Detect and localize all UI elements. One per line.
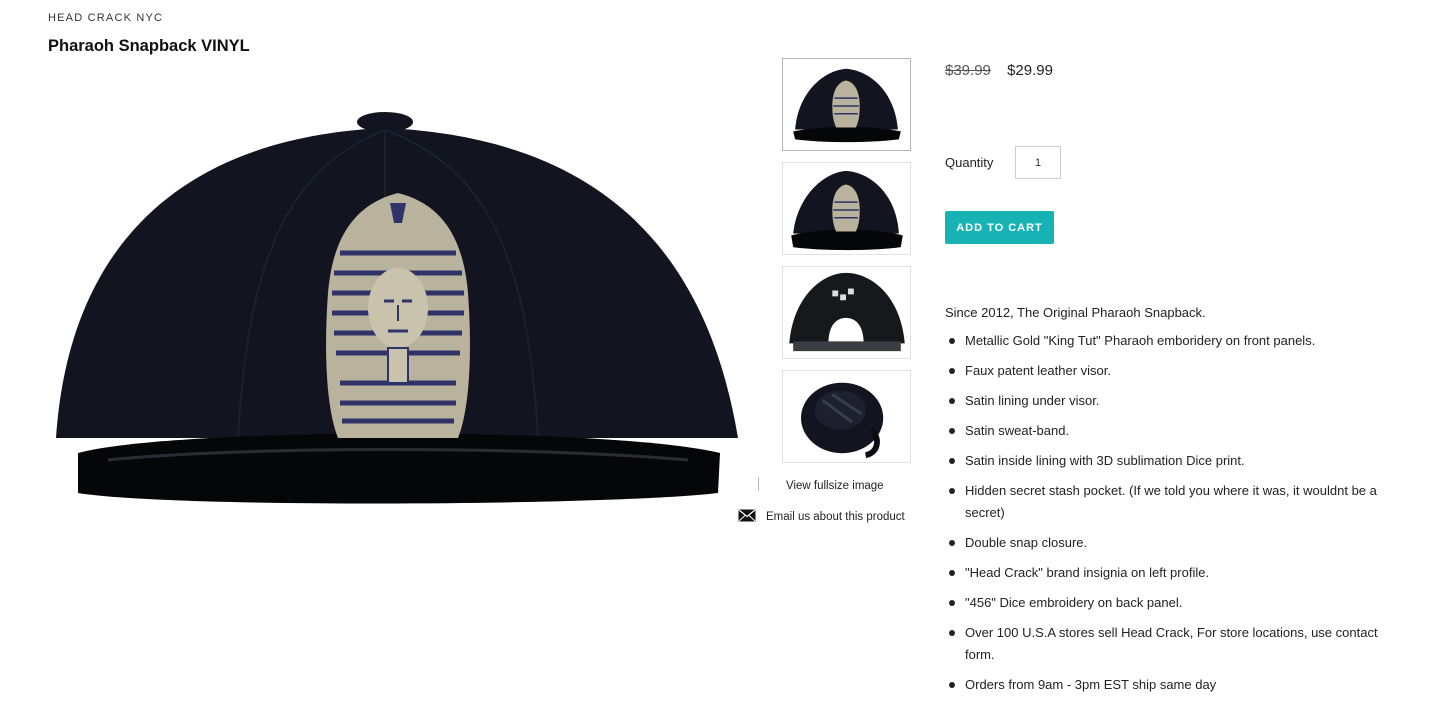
list-item: Satin sweat-band. [945, 420, 1395, 442]
list-item: Satin lining under visor. [945, 390, 1395, 412]
thumbnail-list [782, 58, 911, 474]
envelope-icon [738, 509, 758, 525]
list-item: Orders from 9am - 3pm EST ship same day [945, 674, 1395, 696]
view-fullsize-label: View fullsize image [786, 479, 884, 492]
compare-at-price: $39.99 [945, 62, 991, 79]
image-icon [758, 477, 778, 494]
vendor-label: HEAD CRACK NYC [48, 12, 164, 24]
product-description: Since 2012, The Original Pharaoh Snapbac… [945, 302, 1395, 704]
product-title: Pharaoh Snapback VINYL [48, 37, 250, 55]
list-item: Over 100 U.S.A stores sell Head Crack, F… [945, 622, 1395, 666]
list-item: Faux patent leather visor. [945, 360, 1395, 382]
description-intro: Since 2012, The Original Pharaoh Snapbac… [945, 305, 1206, 320]
add-to-cart-button[interactable]: ADD TO CART [945, 211, 1054, 244]
view-fullsize-link[interactable]: View fullsize image [758, 477, 884, 494]
list-item: Metallic Gold "King Tut" Pharaoh emborid… [945, 330, 1395, 352]
list-item: Double snap closure. [945, 532, 1395, 554]
thumbnail-back[interactable] [782, 266, 911, 359]
price-block: $39.99 $29.99 [945, 62, 1053, 79]
list-item: Satin inside lining with 3D sublimation … [945, 450, 1395, 472]
email-product-link[interactable]: Email us about this product [738, 509, 905, 525]
list-item: "Head Crack" brand insignia on left prof… [945, 562, 1395, 584]
sale-price: $29.99 [1007, 62, 1053, 79]
thumbnail-front-angle[interactable] [782, 162, 911, 255]
quantity-label: Quantity [945, 155, 994, 170]
email-label: Email us about this product [766, 511, 905, 523]
feature-list: Metallic Gold "King Tut" Pharaoh emborid… [945, 330, 1395, 696]
list-item: Hidden secret stash pocket. (If we told … [945, 480, 1395, 524]
main-product-image[interactable] [48, 108, 740, 518]
thumbnail-front[interactable] [782, 58, 911, 151]
thumbnail-underside[interactable] [782, 370, 911, 463]
list-item: "456" Dice embroidery on back panel. [945, 592, 1395, 614]
quantity-input[interactable] [1015, 146, 1061, 179]
